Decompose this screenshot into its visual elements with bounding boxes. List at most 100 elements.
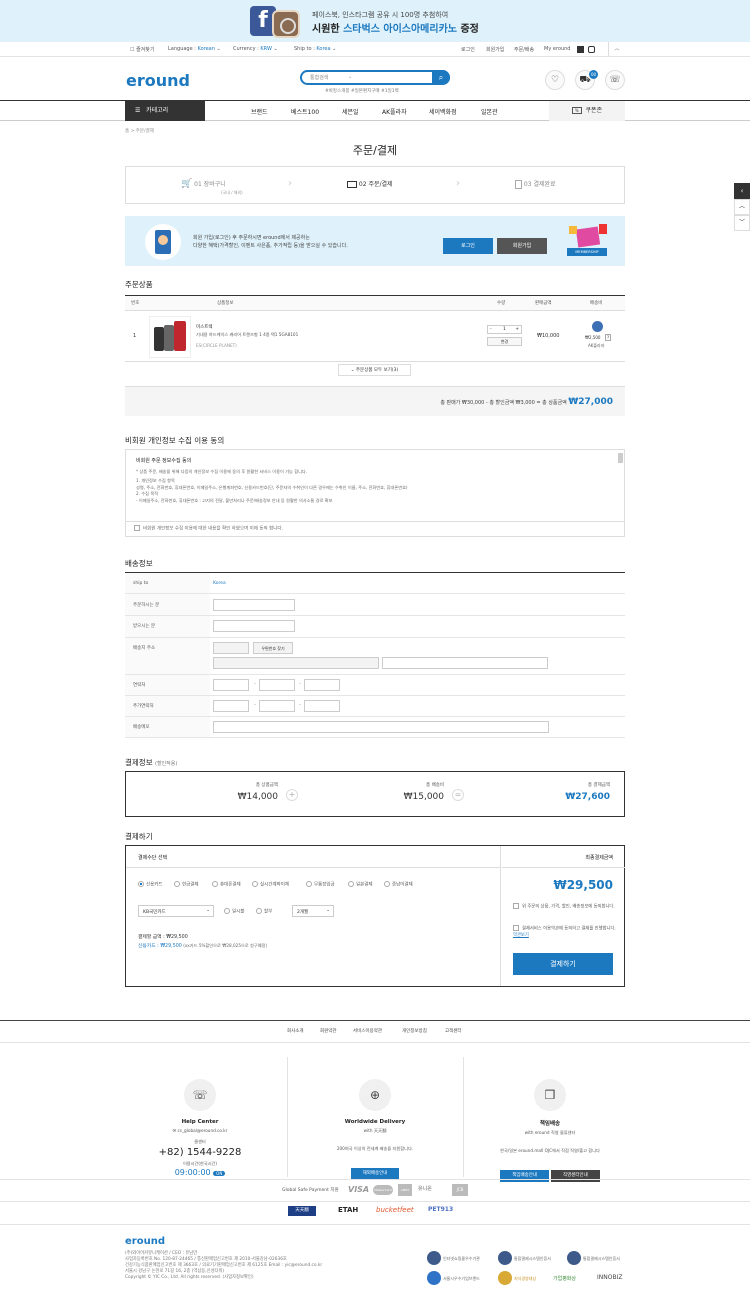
chevron-down-icon[interactable]: ﹀ bbox=[734, 215, 750, 231]
nav-item-brand[interactable]: 브랜드 bbox=[251, 107, 268, 116]
phone-input-3[interactable] bbox=[304, 679, 340, 691]
footer-link-company[interactable]: 회사소개 bbox=[287, 1028, 304, 1034]
orderer-label: 주문하시는 분 bbox=[133, 603, 160, 608]
promo-banner[interactable]: f 페이스북, 인스타그램 공유 시 100명 추첨하여 시원한 스타벅스 아이… bbox=[0, 0, 750, 42]
installment-select[interactable]: 2개월 ⌄ bbox=[292, 905, 334, 917]
currency-select[interactable]: Currency : KRW ⌄ bbox=[233, 46, 278, 52]
partner-bucketfeet-logo: bucketfeet bbox=[376, 1206, 414, 1214]
notice-agree-checkbox[interactable]: 위 주문의 상품, 가격, 할인, 배송정보에 동의합니다. bbox=[513, 903, 617, 911]
partner-etah-logo: ETAH bbox=[338, 1206, 359, 1214]
show-all-products-button[interactable]: ⌄ 주문상품 모두 보기(3) bbox=[338, 364, 411, 376]
plus-icon[interactable]: + bbox=[515, 327, 519, 332]
nav-item-akplaza[interactable]: AK플라자 bbox=[382, 107, 407, 116]
phone2-input-1[interactable] bbox=[213, 700, 249, 712]
quantity-stepper[interactable]: - 1 + bbox=[487, 325, 522, 334]
login-link[interactable]: 로그인 bbox=[461, 46, 475, 53]
minus-icon[interactable]: - bbox=[490, 327, 492, 332]
address-label: 배송지 주소 bbox=[133, 646, 156, 651]
method-mobile[interactable]: 휴대폰결제 bbox=[212, 881, 241, 888]
terms-link[interactable]: 약관보기 bbox=[513, 933, 529, 938]
responsible-delivery-button[interactable]: 책임배송안내 bbox=[500, 1170, 550, 1182]
join-button[interactable]: 회원가입 bbox=[497, 238, 547, 254]
orderer-input[interactable] bbox=[213, 599, 295, 611]
phone-icon[interactable]: ☏ bbox=[605, 70, 625, 90]
footer-link-privacy[interactable]: 개인정보방침 bbox=[402, 1028, 427, 1034]
nav-item-seven[interactable]: 세븐일 bbox=[342, 107, 359, 116]
address2-input[interactable] bbox=[382, 657, 548, 669]
method-cash[interactable]: 현금결제 bbox=[174, 881, 199, 888]
instagram-icon[interactable] bbox=[588, 46, 595, 53]
chevron-left-icon[interactable]: ‹ bbox=[734, 183, 750, 199]
method-credit-card[interactable]: 신용카드 bbox=[138, 881, 163, 888]
method-deposit[interactable]: 무통장입금 bbox=[306, 881, 335, 888]
lump-sum-radio[interactable]: 일시불 bbox=[224, 908, 244, 915]
card-icon bbox=[347, 181, 357, 188]
company-info: (주)와이어커뮤니케이션 / CEO : 유남만 사업자등록번호 No. 120-… bbox=[125, 1251, 323, 1280]
mastercard-logo: MasterCard bbox=[373, 1185, 393, 1195]
summary-total: ₩27,000 bbox=[568, 397, 613, 407]
footer-link-cs[interactable]: 고객센터 bbox=[445, 1028, 462, 1034]
method-transfer[interactable]: 실시간계좌이체 bbox=[252, 881, 289, 888]
cert-icon bbox=[427, 1271, 441, 1285]
nav-item-best100[interactable]: 베스트100 bbox=[291, 107, 319, 116]
payinfo-title: 결제정보 (할인적용) bbox=[125, 758, 178, 767]
agreement-text[interactable]: 비회원 주문 정보수집 동의 * 상품 주문, 배송을 위해 다음의 개인정보 … bbox=[126, 450, 626, 520]
nav-item-japan[interactable]: 일본관 bbox=[481, 107, 498, 116]
receiver-input[interactable] bbox=[213, 620, 295, 632]
cert-label: 서울시우수기업브랜드 bbox=[443, 1276, 480, 1281]
bookmark-link[interactable]: ☐ 즐겨찾기 bbox=[130, 46, 154, 53]
help-center: ☏ Help Center ✉ cs_global@eround.co.kr 클… bbox=[112, 1057, 288, 1187]
search-box[interactable]: 통합검색 ⌄ ⌕ bbox=[300, 70, 450, 85]
help-icon[interactable]: ? bbox=[605, 334, 611, 341]
memo-input[interactable] bbox=[213, 721, 549, 733]
collapse-icon[interactable]: ︿ bbox=[608, 42, 625, 56]
language-select[interactable]: Language : Korean ⌄ bbox=[168, 46, 221, 52]
agreement-checkbox[interactable]: 비회원 개인정보 수집 이용에 대한 내용을 확인 하였으며 이에 동의 합니다… bbox=[134, 525, 283, 532]
visa-logo: VISA bbox=[348, 1185, 370, 1194]
search-icon[interactable]: ⌕ bbox=[432, 70, 450, 85]
shipto-select[interactable]: Ship to : Korea ⌄ bbox=[294, 46, 336, 52]
category-menu[interactable]: ☰ 카테고리 bbox=[125, 101, 205, 121]
help-email[interactable]: ✉ cs_global@eround.co.kr bbox=[112, 1128, 288, 1133]
brand-logo[interactable]: eround bbox=[126, 71, 190, 90]
scrollbar[interactable] bbox=[618, 453, 623, 463]
notice-terms-checkbox[interactable]: 결제서비스 이용약관에 동의하고 결제를 진행합니다. 약관보기 bbox=[513, 925, 617, 939]
order-link[interactable]: 주문/배송 bbox=[514, 46, 534, 53]
change-button[interactable]: 변경 bbox=[487, 337, 522, 346]
total-product: 총 상품금액 ₩14,000 bbox=[237, 783, 278, 802]
method-japan[interactable]: 일본결제 bbox=[348, 881, 373, 888]
join-link[interactable]: 회원가입 bbox=[486, 46, 504, 53]
method-latam[interactable]: 중남미결제 bbox=[384, 881, 413, 888]
direct-center-button[interactable]: 직영센터안내 bbox=[550, 1170, 600, 1182]
login-button[interactable]: 로그인 bbox=[443, 238, 493, 254]
facebook-icon[interactable] bbox=[577, 46, 584, 53]
partner-tiantian-logo: 天天翻 bbox=[288, 1206, 316, 1216]
partner-pet-logo: PET913 bbox=[428, 1206, 454, 1213]
address1-input[interactable] bbox=[213, 657, 379, 669]
step-cart: 🛒 01 장바구니 bbox=[181, 179, 226, 189]
pay-button[interactable]: 결제하기 bbox=[513, 953, 613, 975]
coupon-zone[interactable]: % 쿠폰존 bbox=[549, 101, 625, 121]
product-image[interactable] bbox=[149, 316, 191, 358]
product-name[interactable]: 기내용 하드케이스 캐리어 트렌즈형 1 4종 택1 5GA8101 bbox=[196, 332, 298, 338]
nav-item-sei[interactable]: 세이백화점 bbox=[429, 107, 457, 116]
zipcode-input[interactable] bbox=[213, 642, 249, 654]
membership-gift-illustration: MEMBERSHIP bbox=[565, 224, 615, 260]
card-select[interactable]: KB국민카드 ⌄ bbox=[138, 905, 214, 917]
search-input[interactable]: 통합검색 bbox=[310, 74, 328, 81]
phone2-input-3[interactable] bbox=[304, 700, 340, 712]
main-nav: ☰ 카테고리 브랜드 베스트100 세븐일 AK플라자 세이백화점 일본관 % … bbox=[0, 100, 750, 121]
phone-input-1[interactable] bbox=[213, 679, 249, 691]
search-tags[interactable]: #바캉스개봉 #일본편지구매 #1일1벽 bbox=[325, 88, 399, 94]
myeround-link[interactable]: My eround bbox=[544, 46, 570, 52]
wishlist-icon[interactable]: ♡ bbox=[545, 70, 565, 90]
phone-input-2[interactable] bbox=[259, 679, 295, 691]
phone2-input-2[interactable] bbox=[259, 700, 295, 712]
chevron-up-icon[interactable]: ︿ bbox=[734, 199, 750, 215]
chevron-down-icon[interactable]: ⌄ bbox=[348, 74, 352, 80]
zipcode-button[interactable]: 우편번호 찾기 bbox=[253, 642, 293, 654]
footer-link-terms[interactable]: 회원약관 bbox=[320, 1028, 337, 1034]
installment-radio[interactable]: 할부 bbox=[256, 908, 272, 915]
cert-icon bbox=[498, 1251, 512, 1265]
footer-link-service[interactable]: 서비스이용약관 bbox=[353, 1028, 382, 1034]
